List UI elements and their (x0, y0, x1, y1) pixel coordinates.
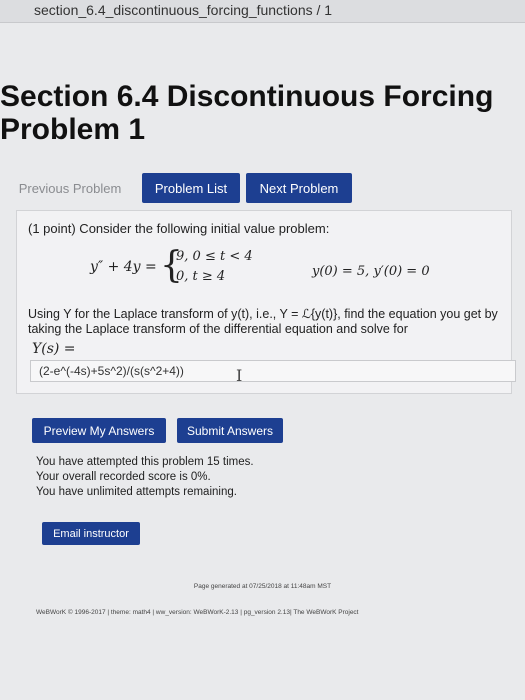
tab-title[interactable]: section_6.4_discontinuous_forcing_functi… (34, 2, 332, 18)
page-title: Section 6.4 Discontinuous Forcing Proble… (0, 80, 494, 146)
attempt-status: You have attempted this problem 15 times… (36, 455, 254, 500)
email-instructor-button[interactable]: Email instructor (42, 522, 140, 545)
preview-answers-button[interactable]: Preview My Answers (32, 418, 166, 443)
piecewise-case-2: 0, t ≥ 4 (176, 269, 226, 284)
browser-tab-bar: section_6.4_discontinuous_forcing_functi… (0, 0, 525, 23)
equation-lhs: y″ + 4y = (90, 259, 157, 275)
answer-input[interactable] (30, 360, 516, 382)
text-cursor-icon: I (236, 366, 243, 385)
answer-label: Y(s) = (32, 341, 76, 357)
problem-list-button[interactable]: Problem List (142, 173, 240, 203)
next-problem-button[interactable]: Next Problem (246, 173, 352, 203)
submit-answers-button[interactable]: Submit Answers (177, 418, 283, 443)
attempts-remaining: You have unlimited attempts remaining. (36, 486, 237, 498)
attempt-count: You have attempted this problem 15 times… (36, 456, 254, 468)
footer-credits: WeBWorK © 1996-2017 | theme: math4 | ww_… (36, 609, 359, 616)
problem-description: Using Y for the Laplace transform of y(t… (28, 307, 498, 336)
problem-intro: (1 point) Consider the following initial… (28, 221, 330, 236)
previous-problem-button[interactable]: Previous Problem (10, 173, 130, 203)
piecewise-case-1: 9, 0 ≤ t < 4 (176, 249, 253, 264)
initial-conditions: y(0) = 5, y′(0) = 0 (312, 264, 430, 279)
score-text: Your overall recorded score is 0%. (36, 471, 211, 483)
page-generated-text: Page generated at 07/25/2018 at 11:48am … (193, 583, 332, 590)
